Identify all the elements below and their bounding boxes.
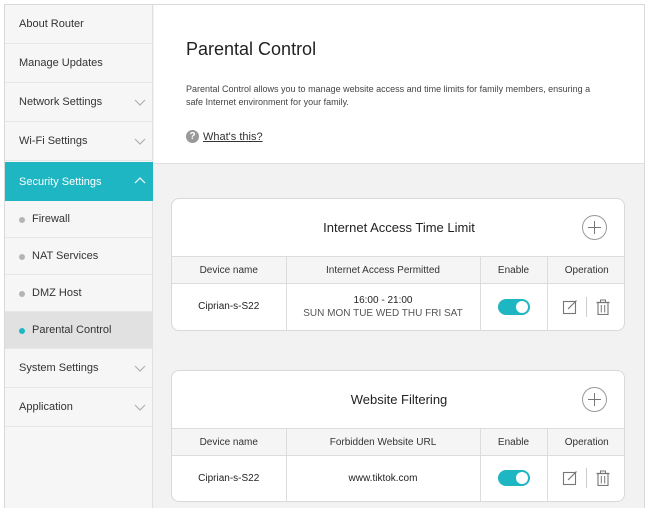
divider [586, 296, 588, 317]
sidebar-subitem-label: Parental Control [32, 324, 112, 336]
table-header-row: Device name Internet Access Permitted En… [172, 256, 624, 284]
sidebar-item-application[interactable]: Application [5, 388, 153, 427]
sidebar-subitem-label: NAT Services [32, 250, 99, 262]
table-header-row: Device name Forbidden Website URL Enable… [172, 428, 624, 456]
page-description: Parental Control allows you to manage we… [186, 84, 591, 107]
sidebar-item-label: Wi-Fi Settings [19, 135, 88, 147]
chevron-down-icon [134, 138, 146, 145]
sidebar-item-security-settings[interactable]: Security Settings [5, 162, 153, 201]
sidebar-item-label: About Router [19, 18, 84, 30]
forbidden-url: www.tiktok.com [286, 455, 481, 501]
sidebar-item-about-router[interactable]: About Router [5, 5, 153, 44]
sidebar-item-label: Security Settings [19, 175, 102, 188]
sidebar-subitem-nat-services[interactable]: NAT Services [5, 238, 153, 275]
time-limit-table: Device name Internet Access Permitted En… [172, 256, 624, 330]
bullet-dot-icon [19, 328, 25, 334]
column-header: Enable [480, 428, 548, 456]
edit-icon[interactable] [562, 470, 578, 486]
chevron-down-icon [134, 365, 146, 372]
column-header: Device name [172, 428, 287, 456]
column-header: Internet Access Permitted [286, 256, 481, 284]
sidebar-item-system-settings[interactable]: System Settings [5, 349, 153, 388]
add-time-limit-button[interactable] [582, 215, 607, 240]
divider [586, 468, 588, 489]
question-circle-icon: ? [186, 130, 199, 143]
card-title: Website Filtering [350, 392, 448, 407]
enable-cell [480, 455, 548, 501]
router-admin-window: About Router Manage Updates Network Sett… [4, 4, 645, 508]
chevron-down-icon [134, 404, 146, 411]
sidebar: About Router Manage Updates Network Sett… [5, 5, 153, 508]
sidebar-subitem-label: Firewall [32, 213, 70, 225]
toggle-knob [515, 300, 528, 313]
sidebar-item-label: System Settings [19, 362, 99, 374]
sidebar-subitem-firewall[interactable]: Firewall [5, 201, 153, 238]
website-filtering-card: Website Filtering Device name Forbidden … [171, 370, 625, 502]
sidebar-subitem-label: DMZ Host [32, 287, 82, 299]
toggle-knob [515, 472, 528, 485]
bullet-dot-icon [19, 291, 25, 297]
trash-icon[interactable] [595, 470, 611, 487]
access-schedule: 16:00 - 21:00 SUN MON TUE WED THU FRI SA… [286, 283, 481, 330]
edit-icon[interactable] [562, 299, 578, 315]
enable-toggle[interactable] [497, 470, 530, 487]
sidebar-item-manage-updates[interactable]: Manage Updates [5, 44, 153, 83]
trash-icon[interactable] [595, 299, 611, 315]
whats-this-label: What's this? [203, 130, 263, 143]
table-row: Ciprian-s-S22 16:00 - 21:00 SUN MON TUE … [172, 283, 624, 330]
operation-cell [547, 284, 624, 330]
enable-cell [480, 283, 548, 330]
sidebar-item-label: Network Settings [19, 96, 103, 108]
sidebar-item-label: Application [19, 401, 73, 413]
sidebar-item-label: Manage Updates [19, 57, 103, 69]
page-header: Parental Control Parental Control allows… [154, 5, 644, 164]
sidebar-item-network-settings[interactable]: Network Settings [5, 83, 153, 122]
time-limit-card: Internet Access Time Limit Device name I… [171, 198, 625, 331]
add-website-filter-button[interactable] [582, 387, 607, 412]
column-header: Operation [547, 428, 624, 456]
page-title: Parental Control [186, 39, 317, 59]
operation-cell [547, 456, 624, 501]
bullet-dot-icon [19, 254, 25, 260]
column-header: Enable [480, 256, 548, 284]
column-header: Device name [172, 256, 287, 284]
access-time-range: 16:00 - 21:00 [353, 294, 413, 306]
sidebar-subitem-parental-control[interactable]: Parental Control [5, 312, 153, 349]
device-name: Ciprian-s-S22 [172, 283, 287, 330]
device-name: Ciprian-s-S22 [172, 455, 287, 501]
column-header: Forbidden Website URL [286, 428, 481, 456]
column-header: Operation [547, 256, 624, 284]
whats-this-link[interactable]: ? What's this? [186, 130, 263, 143]
website-filtering-table: Device name Forbidden Website URL Enable… [172, 428, 624, 501]
sidebar-subitem-dmz-host[interactable]: DMZ Host [5, 275, 153, 312]
bullet-dot-icon [19, 217, 25, 223]
table-row: Ciprian-s-S22 www.tiktok.com [172, 455, 624, 501]
sidebar-item-wifi-settings[interactable]: Wi-Fi Settings [5, 122, 153, 161]
chevron-up-icon [134, 177, 146, 184]
access-days: SUN MON TUE WED THU FRI SAT [303, 307, 463, 319]
chevron-down-icon [134, 99, 146, 106]
enable-toggle[interactable] [497, 298, 530, 315]
card-title: Internet Access Time Limit [323, 220, 475, 235]
